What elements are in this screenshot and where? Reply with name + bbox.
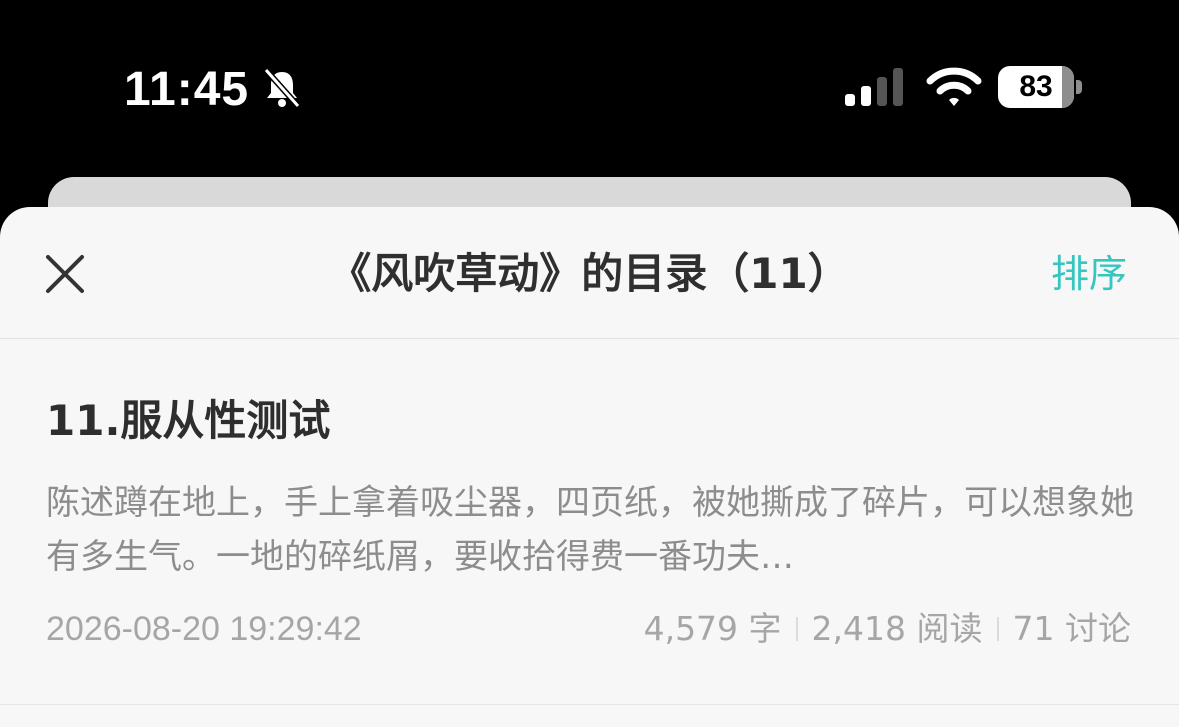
chapter-list-item[interactable]: 11.服从性测试 陈述蹲在地上，手上拿着吸尘器，四页纸，被她撕成了碎片，可以想象… bbox=[0, 338, 1179, 705]
wifi-icon bbox=[926, 67, 982, 106]
status-time: 11:45 bbox=[124, 63, 250, 116]
table-of-contents-sheet: 《风吹草动》的目录（11） 排序 11.服从性测试 陈述蹲在地上，手上拿着吸尘器… bbox=[0, 207, 1179, 727]
status-bar: 11:45 83 bbox=[0, 0, 1179, 180]
comment-count: 71 讨论 bbox=[1012, 609, 1131, 648]
chapter-date: 2026-08-20 19:29:42 bbox=[46, 610, 362, 648]
bell-slash-icon bbox=[263, 68, 301, 108]
word-count: 4,579 字 bbox=[643, 609, 782, 648]
read-count: 2,418 阅读 bbox=[811, 609, 983, 648]
cellular-signal-icon bbox=[845, 68, 903, 106]
chapter-stats: 4,579 字 2,418 阅读 71 讨论 bbox=[644, 606, 1131, 652]
page-title: 《风吹草动》的目录（11） bbox=[329, 249, 850, 298]
chapter-title: 11.服从性测试 bbox=[46, 396, 331, 445]
divider bbox=[795, 617, 798, 641]
battery-icon: 83 bbox=[998, 66, 1084, 110]
sort-button[interactable]: 排序 bbox=[1051, 251, 1127, 297]
sheet-header: 《风吹草动》的目录（11） 排序 bbox=[0, 207, 1179, 339]
divider bbox=[996, 617, 999, 641]
battery-percent: 83 bbox=[1019, 70, 1053, 103]
chapter-excerpt: 陈述蹲在地上，手上拿着吸尘器，四页纸，被她撕成了碎片，可以想象她有多生气。一地的… bbox=[46, 483, 1134, 577]
